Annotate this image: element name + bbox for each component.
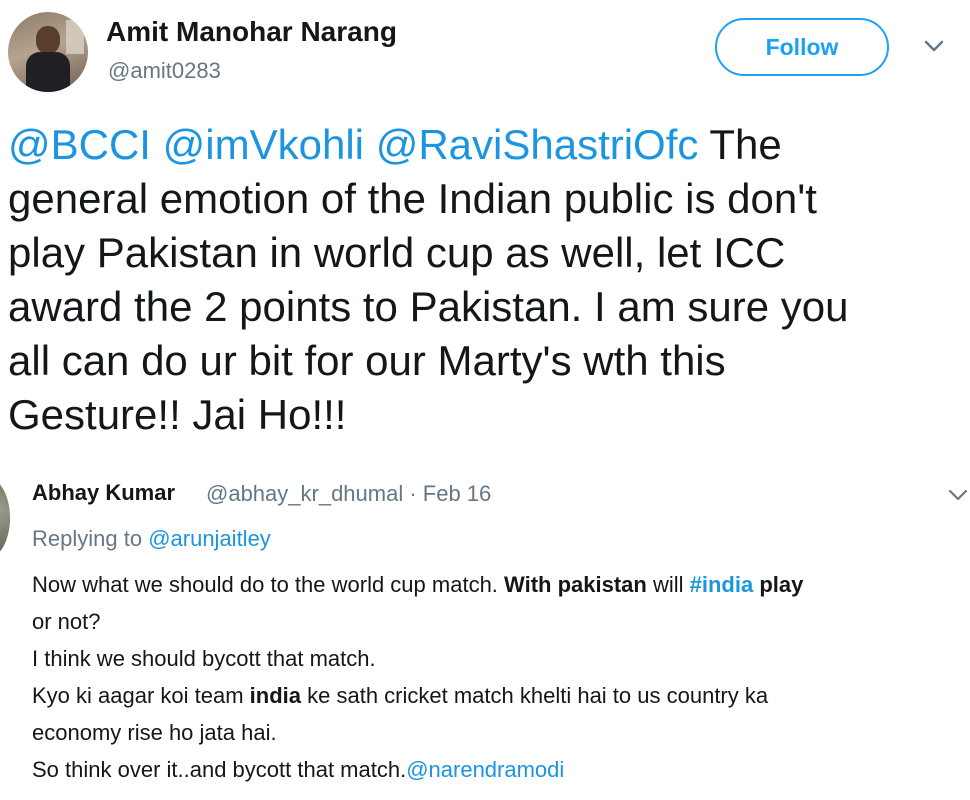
reply-text-segment: will [646,572,690,597]
tweet-text-line: @BCCI @imVkohli @RaviShastriOfc The [8,118,958,172]
reply-text-line: or not? [32,609,101,634]
mention-link[interactable]: @narendramodi [406,757,564,782]
chevron-down-icon[interactable] [946,486,970,504]
mention-link[interactable]: @imVkohli [163,121,364,168]
reply-avatar[interactable] [0,478,10,558]
author-display-name[interactable]: Amit Manohar Narang [106,16,397,48]
reply-text-segment: Now what we should do to the world cup m… [32,572,505,597]
reply-text-bold: With pakistan [504,572,647,597]
replying-to-label: Replying to [32,526,149,551]
mention-link[interactable]: @BCCI [8,121,151,168]
reply-text: Now what we should do to the world cup m… [32,566,962,788]
author-handle[interactable]: @amit0283 [108,58,221,84]
reply-text-bold: play [753,572,804,597]
avatar-head [36,26,60,54]
replying-to-handle[interactable]: @arunjaitley [148,526,271,551]
tweet-text-line: Gesture!! Jai Ho!!! [8,391,347,438]
reply-text-line: Kyo ki aagar koi team india ke sath cric… [32,677,962,714]
reply-text-segment: ke sath cricket match khelti hai to us c… [301,683,769,708]
reply-text-bold: india [249,683,302,708]
hashtag-link[interactable]: #india [690,572,754,597]
tweet-text-line: award the 2 points to Pakistan. I am sur… [8,283,849,330]
tweet-text-segment: The [698,121,782,168]
reply-text-line: Now what we should do to the world cup m… [32,566,962,603]
reply-text-line: economy rise ho jata hai. [32,720,277,745]
reply-text-segment: So think over it..and bycott that match. [32,757,407,782]
reply-handle-date[interactable]: @abhay_kr_dhumal · Feb 16 [206,481,491,507]
avatar[interactable] [8,12,88,92]
replying-to: Replying to @arunjaitley [32,526,271,552]
tweet-text-line: general emotion of the Indian public is … [8,175,817,222]
tweet-text-line: play Pakistan in world cup as well, let … [8,229,786,276]
mention-link[interactable]: @RaviShastriOfc [376,121,699,168]
tweet-text: @BCCI @imVkohli @RaviShastriOfc The gene… [8,118,958,442]
avatar-body [26,52,70,92]
reply-author-name[interactable]: Abhay Kumar [32,480,175,506]
chevron-down-icon[interactable] [920,36,948,56]
follow-button[interactable]: Follow [715,18,889,76]
avatar-background-window [66,20,84,54]
reply-text-segment: Kyo ki aagar koi team [32,683,250,708]
reply-text-line: I think we should bycott that match. [32,646,376,671]
tweet-text-line: all can do ur bit for our Marty's wth th… [8,337,726,384]
reply-text-line: So think over it..and bycott that match.… [32,751,962,788]
